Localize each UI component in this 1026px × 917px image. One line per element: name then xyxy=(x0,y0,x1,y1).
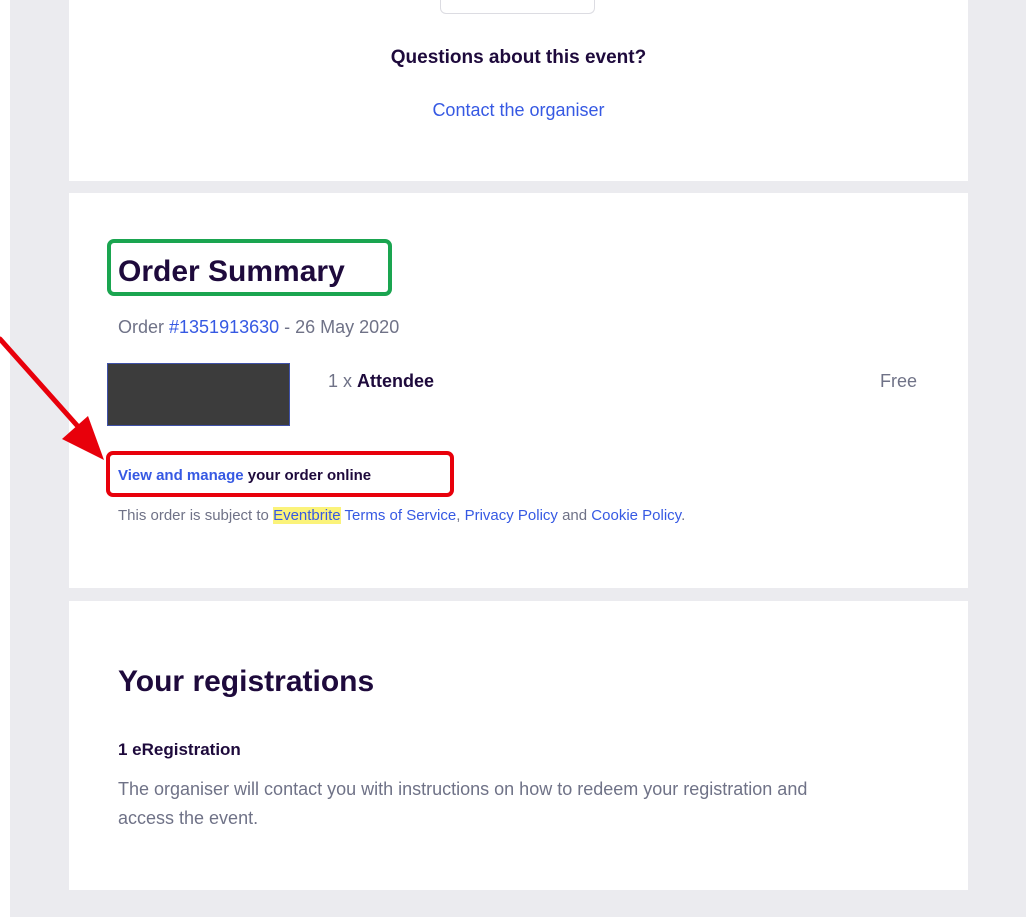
registration-count: 1 eRegistration xyxy=(118,740,241,759)
red-highlight-box xyxy=(106,451,454,497)
registrations-title: Your registrations xyxy=(118,665,375,698)
registration-description: The organiser will contact you with inst… xyxy=(118,779,808,828)
ticket-quantity-text: 1 x xyxy=(328,371,358,391)
questions-card: Questions about this event? Contact the … xyxy=(69,0,968,181)
terms-and: and xyxy=(557,507,592,524)
terms-comma: , xyxy=(456,507,465,524)
registrations-card: Your registrations 1 eRegistration The o… xyxy=(69,601,968,890)
order-date: - 26 May 2020 xyxy=(279,317,400,337)
order-number-link[interactable]: #1351913630 xyxy=(169,317,279,337)
order-info-line: Order #1351913630 - 26 May 2020 xyxy=(118,317,399,338)
eventbrite-brand-highlight: Eventbrite xyxy=(273,507,341,524)
terms-line: This order is subject to Eventbrite Term… xyxy=(118,507,685,524)
top-button-edge[interactable] xyxy=(440,0,595,14)
red-arrow-icon xyxy=(0,336,104,460)
order-prefix: Order xyxy=(118,317,170,337)
ticket-price: Free xyxy=(879,371,917,391)
terms-prefix: This order is subject to xyxy=(118,507,274,524)
redacted-ticket-image xyxy=(107,363,290,426)
green-highlight-box xyxy=(107,239,392,296)
cookie-policy-link[interactable]: Cookie Policy xyxy=(591,507,681,524)
terms-period: . xyxy=(681,507,686,524)
ticket-type: Attendee xyxy=(357,371,435,391)
contact-organiser-link[interactable]: Contact the organiser xyxy=(69,100,968,121)
order-summary-card: Order Summary Order #1351913630 - 26 May… xyxy=(69,193,968,588)
terms-of-service-link[interactable]: Terms of Service xyxy=(345,507,457,524)
ticket-quantity: 1 x Attendee xyxy=(328,371,434,392)
questions-title: Questions about this event? xyxy=(390,47,647,68)
privacy-policy-link[interactable]: Privacy Policy xyxy=(465,507,558,524)
